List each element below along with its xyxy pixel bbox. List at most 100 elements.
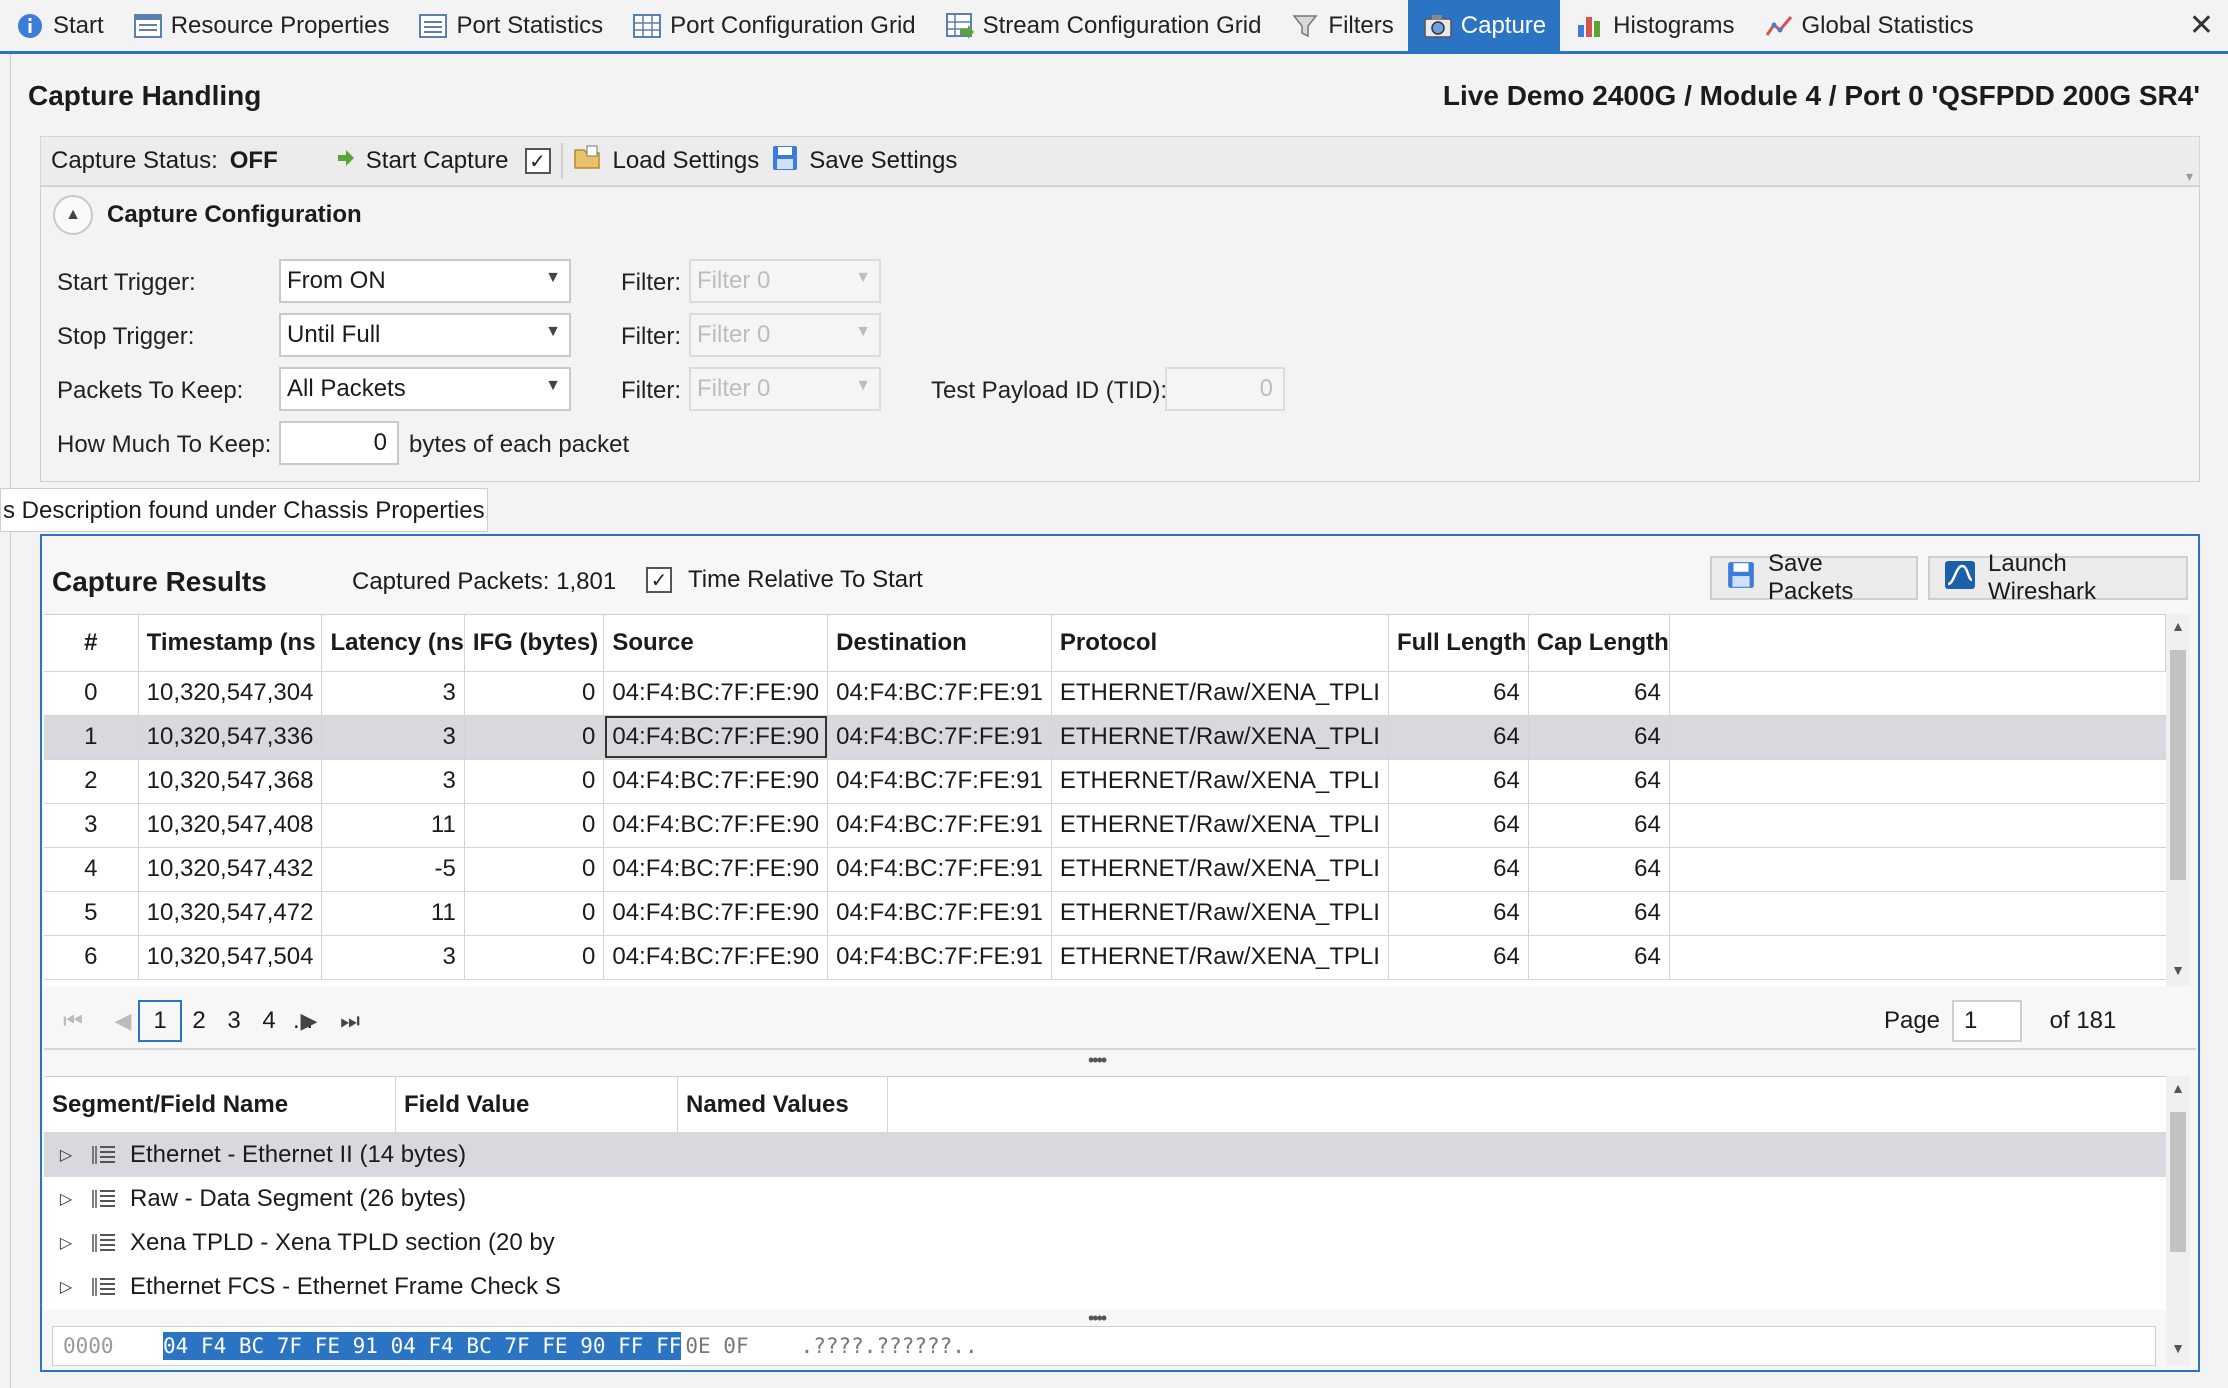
table-cell[interactable]: 04:F4:BC:7F:FE:90 [603, 803, 829, 848]
expand-icon[interactable]: ▷ [48, 1145, 84, 1165]
tab-port-configuration-grid[interactable]: Port Configuration Grid [617, 0, 929, 51]
table-cell[interactable]: 04:F4:BC:7F:FE:90 [603, 671, 829, 716]
page-button[interactable]: 3 [219, 1000, 249, 1042]
collapse-icon[interactable]: ▲ [53, 195, 93, 235]
table-cell[interactable]: 04:F4:BC:7F:FE:91 [827, 891, 1052, 936]
column-header[interactable]: Protocol [1051, 615, 1389, 672]
stop-trigger-select[interactable]: Until Full ▼ [279, 313, 571, 357]
table-cell[interactable]: 04:F4:BC:7F:FE:90 [603, 891, 829, 936]
table-cell[interactable]: 04:F4:BC:7F:FE:90 [603, 759, 829, 804]
packet-grid-scrollbar[interactable]: ▲ ▼ [2166, 614, 2190, 986]
table-cell[interactable]: ETHERNET/Raw/XENA_TPLI [1051, 715, 1389, 760]
column-header[interactable]: Source [603, 615, 829, 672]
start-capture-checkbox[interactable]: ✓ [524, 148, 551, 174]
table-cell[interactable]: 0 [44, 671, 139, 716]
expand-icon[interactable]: ▷ [48, 1233, 84, 1253]
start-capture-button[interactable]: Start Capture [336, 147, 509, 175]
stop-filter-select[interactable]: Filter 0 ▼ [689, 313, 881, 357]
table-cell[interactable]: 64 [1388, 715, 1529, 760]
table-cell[interactable]: ETHERNET/Raw/XENA_TPLI [1051, 803, 1389, 848]
column-header[interactable]: Cap Length [1528, 615, 1670, 672]
table-cell[interactable]: 04:F4:BC:7F:FE:91 [827, 803, 1052, 848]
detail-col-segment[interactable]: Segment/Field Name [44, 1077, 396, 1132]
last-page-icon[interactable]: ⏭ [332, 1000, 368, 1042]
detail-scrollbar[interactable]: ▲ ▼ [2166, 1076, 2190, 1366]
start-trigger-select[interactable]: From ON ▼ [279, 259, 571, 303]
tree-item[interactable]: ▷ Xena TPLD - Xena TPLD section (20 by [44, 1221, 2166, 1265]
table-cell[interactable]: 04:F4:BC:7F:FE:91 [827, 935, 1052, 980]
table-cell[interactable]: 0 [464, 759, 605, 804]
detail-col-named[interactable]: Named Values [678, 1077, 888, 1132]
scroll-down-icon[interactable]: ▼ [2166, 1340, 2190, 1356]
keep-filter-select[interactable]: Filter 0 ▼ [689, 367, 881, 411]
page-button[interactable]: 2 [184, 1000, 214, 1042]
prev-page-icon[interactable]: ◀ [108, 1000, 138, 1042]
table-cell[interactable]: 04:F4:BC:7F:FE:90 [603, 847, 829, 892]
page-number-input[interactable]: 1 [1952, 1000, 2022, 1042]
column-header[interactable]: Full Length [1388, 615, 1529, 672]
close-icon[interactable]: ✕ [2189, 8, 2214, 43]
tree-item[interactable]: ▷ Raw - Data Segment (26 bytes) [44, 1177, 2166, 1221]
table-cell[interactable]: ETHERNET/Raw/XENA_TPLI [1051, 671, 1389, 716]
page-button[interactable]: 1 [138, 1000, 182, 1042]
expand-icon[interactable]: ▷ [48, 1189, 84, 1209]
save-settings-button[interactable]: Save Settings [771, 144, 957, 179]
tab-histograms[interactable]: Histograms [1560, 0, 1748, 51]
tab-stream-configuration-grid[interactable]: Stream Configuration Grid [930, 0, 1276, 51]
table-cell[interactable]: 10,320,547,432 [138, 847, 323, 892]
table-cell[interactable]: 04:F4:BC:7F:FE:91 [827, 671, 1052, 716]
table-cell[interactable]: -5 [321, 847, 465, 892]
table-cell[interactable]: 2 [44, 759, 139, 804]
table-cell[interactable]: 64 [1528, 715, 1670, 760]
tree-item[interactable]: ▷ Ethernet - Ethernet II (14 bytes) [44, 1133, 2166, 1177]
table-cell[interactable]: 0 [464, 847, 605, 892]
table-cell[interactable]: 10,320,547,336 [138, 715, 323, 760]
tab-port-statistics[interactable]: Port Statistics [403, 0, 617, 51]
table-cell[interactable]: ETHERNET/Raw/XENA_TPLI [1051, 935, 1389, 980]
toolbar-overflow-icon[interactable]: ▾ [2186, 168, 2193, 185]
table-cell[interactable]: 11 [321, 891, 465, 936]
table-row[interactable]: 6 10,320,547,504 3 0 04:F4:BC:7F:FE:90 04:F4:… [44, 935, 2166, 980]
how-much-to-keep-input[interactable]: 0 [279, 421, 399, 465]
table-cell[interactable]: 64 [1388, 759, 1529, 804]
table-cell[interactable]: 10,320,547,368 [138, 759, 323, 804]
table-cell[interactable]: 4 [44, 847, 139, 892]
table-cell[interactable]: 3 [321, 715, 465, 760]
capture-configuration-header[interactable]: ▲ Capture Configuration [53, 195, 362, 235]
table-cell[interactable]: 04:F4:BC:7F:FE:91 [827, 847, 1052, 892]
table-cell[interactable]: 10,320,547,304 [138, 671, 323, 716]
launch-wireshark-button[interactable]: Launch Wireshark [1928, 550, 2188, 605]
column-header[interactable]: IFG (bytes) [464, 615, 605, 672]
table-cell[interactable]: 64 [1388, 671, 1529, 716]
column-header[interactable]: Timestamp (ns [138, 615, 323, 672]
first-page-icon[interactable]: ⏮ [58, 1000, 88, 1042]
scrollbar-thumb[interactable] [2170, 1112, 2186, 1252]
table-cell[interactable]: 64 [1528, 935, 1670, 980]
tab-filters[interactable]: Filters [1275, 0, 1407, 51]
table-row[interactable]: 3 10,320,547,408 11 0 04:F4:BC:7F:FE:90 04:F4… [44, 803, 2166, 848]
tab-start[interactable]: Start [0, 0, 118, 51]
table-cell[interactable]: 10,320,547,472 [138, 891, 323, 936]
table-row[interactable]: 4 10,320,547,432 -5 0 04:F4:BC:7F:FE:90 04:F4… [44, 847, 2166, 892]
table-cell[interactable]: 0 [464, 891, 605, 936]
table-cell[interactable]: ETHERNET/Raw/XENA_TPLI [1051, 891, 1389, 936]
save-packets-button[interactable]: Save Packets [1710, 550, 1918, 605]
table-cell[interactable]: 5 [44, 891, 139, 936]
table-row[interactable]: 2 10,320,547,368 3 0 04:F4:BC:7F:FE:90 04:F4:… [44, 759, 2166, 804]
table-cell[interactable]: 04:F4:BC:7F:FE:90 [603, 715, 829, 760]
table-cell[interactable]: 64 [1388, 891, 1529, 936]
tab-capture[interactable]: Capture [1407, 0, 1561, 51]
table-cell[interactable]: 64 [1528, 847, 1670, 892]
tab-global-statistics[interactable]: Global Statistics [1749, 0, 1988, 51]
scroll-up-icon[interactable]: ▲ [2166, 618, 2190, 634]
splitter-handle[interactable]: •••• [1088, 1050, 1107, 1071]
table-row[interactable]: 0 10,320,547,304 3 0 04:F4:BC:7F:FE:90 04:F4:… [44, 671, 2166, 716]
table-cell[interactable]: 64 [1528, 803, 1670, 848]
time-relative-toggle[interactable]: ✓ Time Relative To Start [646, 566, 923, 594]
hex-view[interactable]: 0000 04 F4 BC 7F FE 91 04 F4 BC 7F FE 90… [52, 1326, 2156, 1366]
table-cell[interactable]: 0 [464, 671, 605, 716]
table-cell[interactable]: ETHERNET/Raw/XENA_TPLI [1051, 847, 1389, 892]
table-cell[interactable]: 04:F4:BC:7F:FE:90 [603, 935, 829, 980]
column-header[interactable]: Latency (ns [321, 615, 465, 672]
page-button[interactable]: 4 [254, 1000, 284, 1042]
